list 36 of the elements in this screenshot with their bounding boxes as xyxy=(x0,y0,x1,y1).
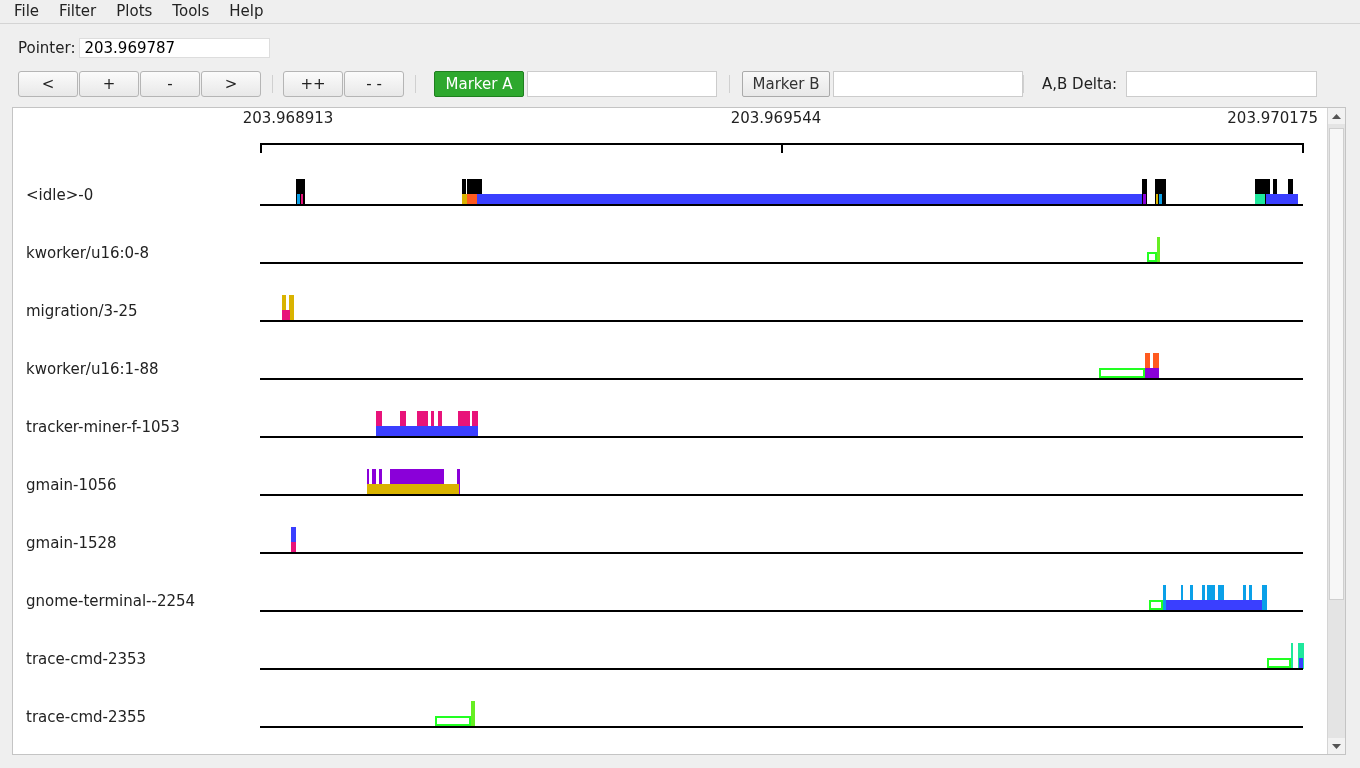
task-label: kworker/u16:0-8 xyxy=(25,243,151,263)
zoom-button[interactable]: > xyxy=(201,71,261,97)
menu-item[interactable]: Tools xyxy=(162,0,220,23)
task-label: kworker/u16:1-88 xyxy=(25,359,160,379)
task-label: gmain-1528 xyxy=(25,533,118,553)
zoom-button[interactable]: - xyxy=(140,71,200,97)
zoom-button[interactable]: + xyxy=(79,71,139,97)
task-label: gmain-1056 xyxy=(25,475,118,495)
down-arrow-icon xyxy=(1332,743,1341,749)
task-label: trace-cmd-2353 xyxy=(25,649,148,669)
axis-label: 203.969544 xyxy=(730,109,822,127)
menu-item[interactable]: Filter xyxy=(49,0,107,23)
task-label: <idle>-0 xyxy=(25,185,95,205)
task-label: migration/3-25 xyxy=(25,301,139,321)
task-label: gnome-terminal--2254 xyxy=(25,591,197,611)
pointer-label: Pointer: xyxy=(18,39,76,57)
marker-b-button[interactable]: Marker B xyxy=(742,71,830,97)
task-label: trace-cmd-2355 xyxy=(25,707,148,727)
axis-label: 203.968913 xyxy=(242,109,334,127)
zoom-all-button[interactable]: ++ xyxy=(283,71,343,97)
menu-item[interactable]: File xyxy=(4,0,50,23)
menu-item[interactable]: Plots xyxy=(106,0,163,23)
menu-item[interactable]: Help xyxy=(219,0,274,23)
scrollbar-thumb[interactable] xyxy=(1329,128,1344,600)
zoom-button[interactable]: < xyxy=(18,71,78,97)
task-label: tracker-miner-f-1053 xyxy=(25,417,181,437)
axis-label: 203.970175 xyxy=(1227,109,1318,127)
delta-field[interactable] xyxy=(1126,71,1318,97)
scroll-down-button[interactable] xyxy=(1328,738,1345,754)
marker-a-field[interactable] xyxy=(527,71,717,97)
zoom-all-button[interactable]: - - xyxy=(344,71,404,97)
scroll-up-button[interactable] xyxy=(1328,108,1345,124)
pointer-field[interactable]: 203.969787 xyxy=(79,38,271,58)
marker-b-field[interactable] xyxy=(833,71,1023,97)
delta-label: A,B Delta: xyxy=(1042,75,1118,93)
up-arrow-icon xyxy=(1332,113,1341,119)
